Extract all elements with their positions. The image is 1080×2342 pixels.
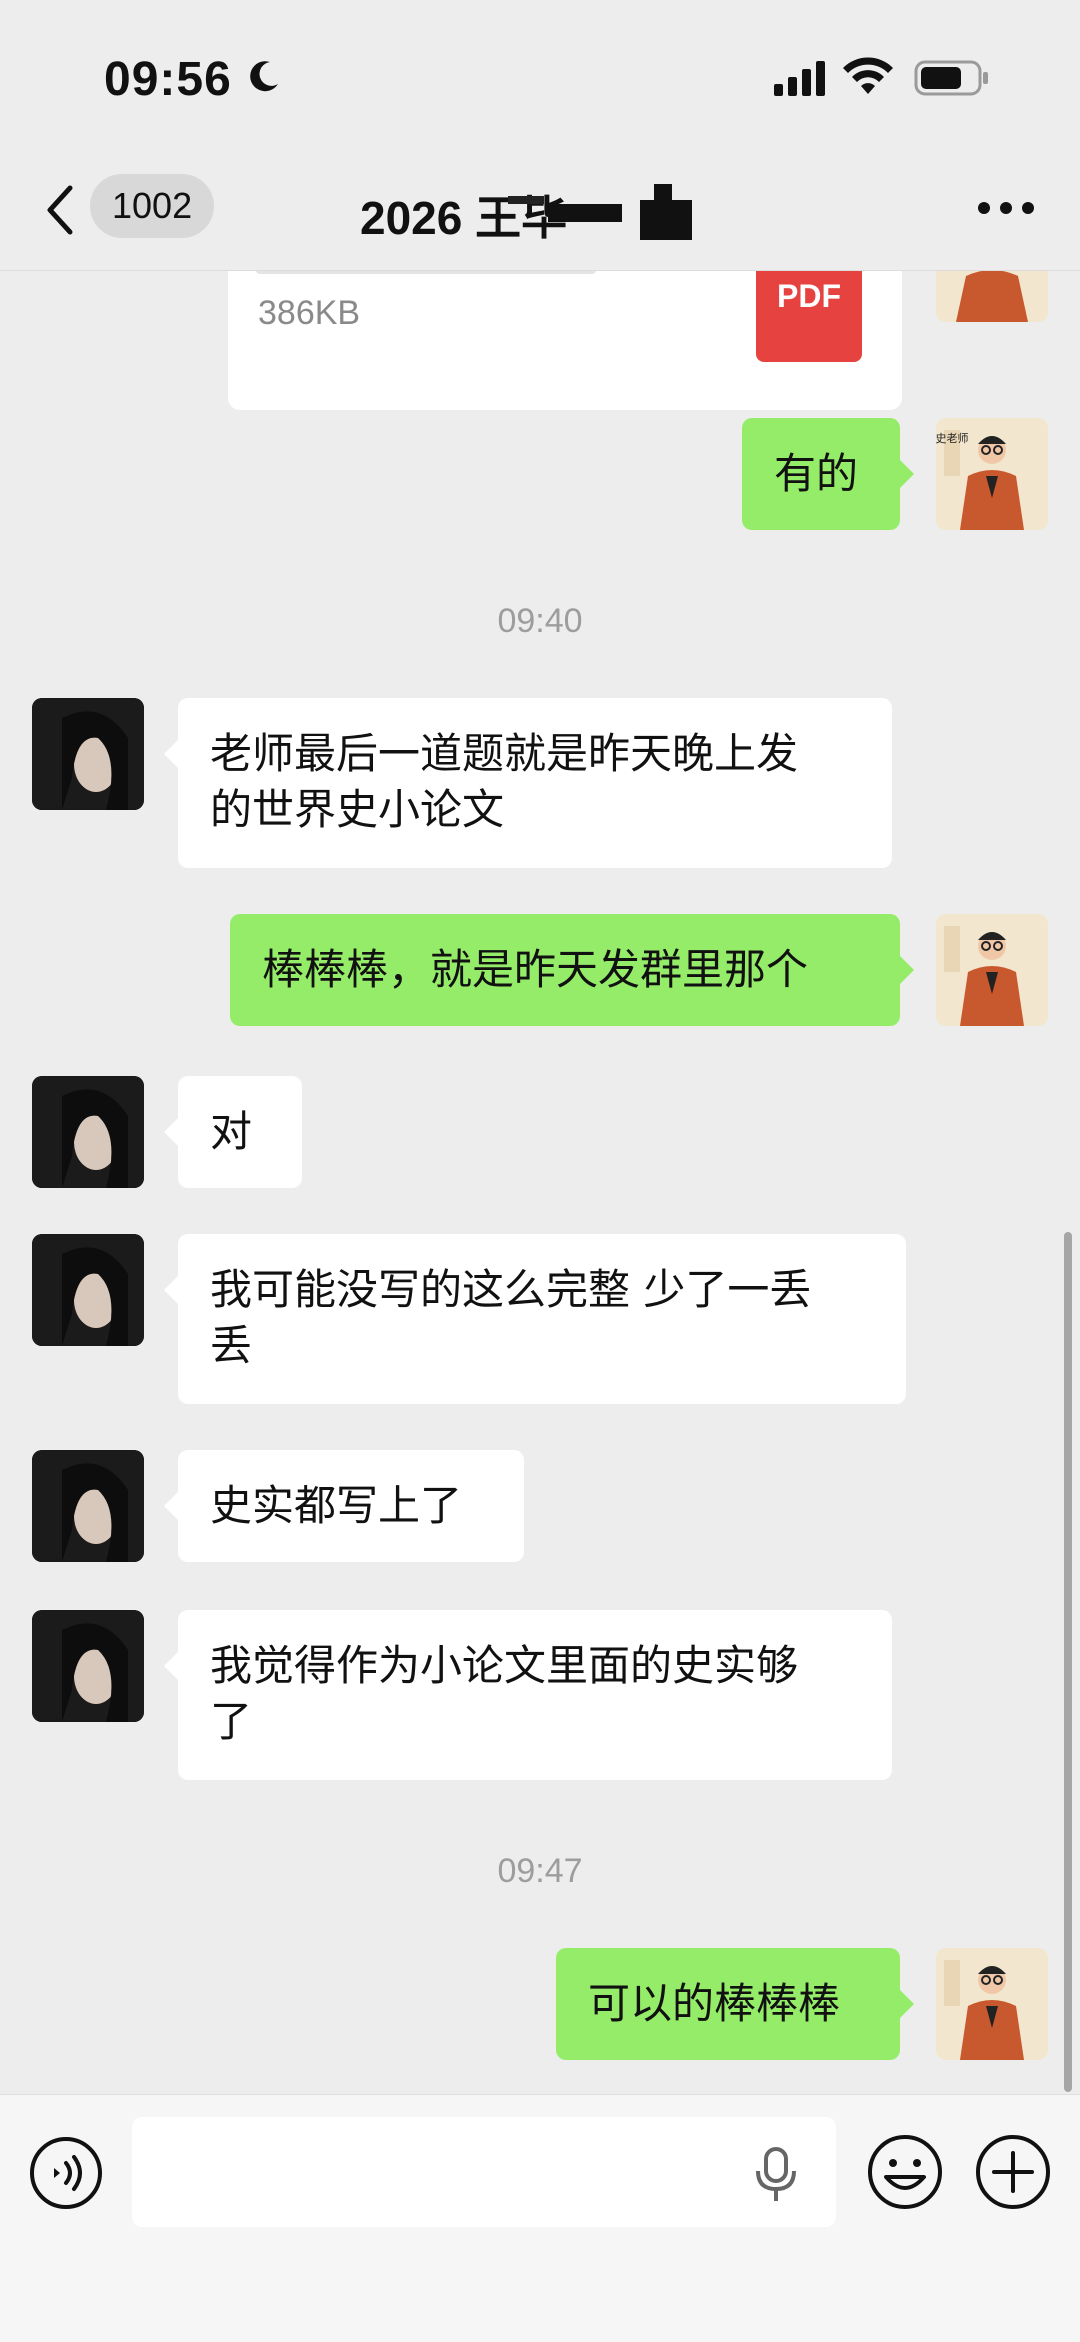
scrollbar[interactable]	[1064, 1232, 1072, 2092]
back-arrow-icon[interactable]	[42, 182, 78, 238]
outgoing-message-bubble[interactable]: 有的	[742, 418, 914, 530]
teacher-avatar-icon	[936, 270, 1048, 322]
outgoing-message-bubble[interactable]: 棒棒棒，就是昨天发群里那个	[230, 914, 914, 1026]
redaction-mark	[508, 196, 544, 204]
teacher-avatar-icon: 史老师	[936, 418, 1048, 530]
avatar[interactable]	[32, 1234, 144, 1346]
voice-input-icon[interactable]	[28, 2135, 104, 2211]
avatar[interactable]	[936, 914, 1048, 1026]
teacher-avatar-icon	[936, 914, 1048, 1026]
avatar[interactable]	[32, 1076, 144, 1188]
avatar[interactable]	[32, 698, 144, 810]
message-list[interactable]: 386KB PDF 有的 史老师 09:40 老师最后一道题就是昨天晚上发 的世…	[0, 270, 1080, 2094]
avatar[interactable]: 史老师	[936, 418, 1048, 530]
cellular-signal-icon	[774, 61, 825, 96]
battery-icon	[914, 60, 988, 96]
avatar[interactable]	[32, 1610, 144, 1722]
redaction-mark	[640, 200, 692, 240]
student-avatar-icon	[32, 1610, 144, 1722]
teacher-avatar-label: 史老师	[936, 432, 969, 445]
redaction-mark	[548, 204, 622, 222]
status-bar: 09:56	[0, 0, 1080, 150]
student-avatar-icon	[32, 1450, 144, 1562]
chat-title: 2026 王毕	[360, 192, 568, 244]
moon-icon	[250, 61, 278, 92]
message-input[interactable]	[132, 2117, 836, 2227]
incoming-message-bubble[interactable]: 我觉得作为小论文里面的史实够 了	[164, 1610, 892, 1780]
incoming-message-bubble[interactable]: 史实都写上了	[164, 1450, 524, 1562]
input-bar	[0, 2094, 1080, 2342]
avatar[interactable]	[936, 1948, 1048, 2060]
outgoing-message-bubble[interactable]: 可以的棒棒棒	[556, 1948, 914, 2060]
pdf-file-icon: PDF	[756, 270, 862, 362]
student-avatar-icon	[32, 698, 144, 810]
avatar[interactable]	[32, 1450, 144, 1562]
chat-header: 1002 2026 王毕	[0, 150, 1080, 271]
plus-icon[interactable]	[974, 2133, 1052, 2211]
emoji-icon[interactable]	[866, 2133, 944, 2211]
mic-icon[interactable]	[754, 2147, 798, 2203]
file-size: 386KB	[258, 294, 361, 332]
avatar[interactable]	[936, 270, 1048, 322]
unread-count-badge[interactable]: 1002	[90, 174, 215, 238]
redaction-mark	[654, 184, 672, 202]
status-time: 09:56	[104, 53, 232, 106]
timestamp: 09:47	[497, 1852, 583, 1890]
teacher-avatar-icon	[936, 1948, 1048, 2060]
incoming-message-bubble[interactable]: 我可能没写的这么完整 少了一丢 丢	[164, 1234, 906, 1404]
student-avatar-icon	[32, 1234, 144, 1346]
more-options-icon[interactable]	[976, 200, 1036, 216]
student-avatar-icon	[32, 1076, 144, 1188]
incoming-message-bubble[interactable]: 对	[164, 1076, 302, 1188]
file-message-card[interactable]: 386KB PDF	[228, 270, 902, 410]
wifi-icon	[843, 57, 893, 94]
incoming-message-bubble[interactable]: 老师最后一道题就是昨天晚上发 的世界史小论文	[164, 698, 892, 868]
timestamp: 09:40	[497, 602, 583, 640]
